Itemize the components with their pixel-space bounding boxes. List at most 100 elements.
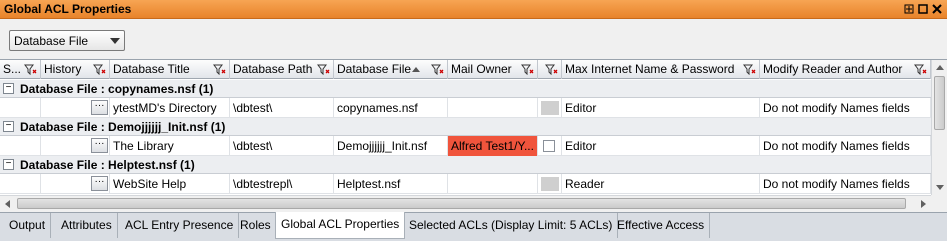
filter-icon[interactable]	[545, 64, 558, 75]
column-header-mail-owner[interactable]: Mail Owner	[448, 60, 538, 79]
table-row[interactable]: ··· The Library \dbtest\ Demojjjjjj_Init…	[0, 136, 931, 156]
filter-icon[interactable]	[431, 64, 444, 75]
group-by-value: Database File	[14, 34, 89, 48]
column-header-status[interactable]: S...	[0, 60, 41, 79]
group-row[interactable]: − Database File : copynames.nsf (1)	[0, 80, 931, 98]
title-cell: ytestMD's Directory	[110, 98, 230, 118]
mail-owner-cell	[448, 174, 538, 194]
max-internet-cell: Editor	[562, 98, 760, 118]
column-label: Mail Owner	[451, 62, 512, 76]
disabled-checkbox	[541, 101, 559, 115]
global-acl-panel: Database File S... History Database Titl…	[0, 19, 947, 212]
tab-output[interactable]: Output	[4, 213, 52, 238]
max-internet-cell: Reader	[562, 174, 760, 194]
maximize-icon[interactable]	[917, 3, 929, 15]
vertical-scrollbar[interactable]	[931, 60, 947, 195]
table-row[interactable]: ··· WebSite Help \dbtestrepl\ Helptest.n…	[0, 174, 931, 194]
status-cell	[0, 174, 41, 194]
path-cell: \dbtestrepl\	[230, 174, 334, 194]
status-cell	[0, 98, 41, 118]
panel-title-bar: Global ACL Properties	[0, 0, 947, 19]
group-row[interactable]: − Database File : Demojjjjjj_Init.nsf (1…	[0, 118, 931, 136]
scroll-up-icon[interactable]	[936, 65, 944, 70]
file-cell: Helptest.nsf	[334, 174, 448, 194]
ellipsis-button[interactable]: ···	[91, 176, 108, 191]
column-header-database-title[interactable]: Database Title	[110, 60, 230, 79]
scroll-right-icon[interactable]	[921, 200, 926, 208]
column-header-database-file[interactable]: Database File	[334, 60, 448, 79]
filter-icon[interactable]	[743, 64, 756, 75]
path-cell: \dbtest\	[230, 136, 334, 156]
title-cell: The Library	[110, 136, 230, 156]
filter-icon[interactable]	[24, 64, 37, 75]
column-label: Database File	[337, 62, 412, 76]
chevron-down-icon	[110, 38, 120, 44]
group-label: Database File : Demojjjjjj_Init.nsf (1)	[20, 120, 226, 134]
disabled-checkbox	[541, 177, 559, 191]
column-label: S...	[3, 62, 22, 76]
column-header-checkbox[interactable]	[538, 60, 562, 79]
filter-icon[interactable]	[521, 64, 534, 75]
checkbox-cell[interactable]	[538, 136, 562, 156]
tab-selected-acls[interactable]: Selected ACLs (Display Limit: 5 ACLs)	[404, 213, 619, 238]
pin-icon[interactable]	[903, 3, 915, 15]
collapse-icon[interactable]: −	[3, 159, 14, 170]
modify-reader-cell: Do not modify Names fields	[760, 136, 931, 156]
tab-roles[interactable]: Roles	[235, 213, 277, 238]
ellipsis-button[interactable]: ···	[91, 100, 108, 115]
close-icon[interactable]	[931, 3, 943, 15]
filter-icon[interactable]	[914, 64, 927, 75]
column-header-history[interactable]: History	[41, 60, 110, 79]
column-label: History	[44, 62, 82, 76]
title-cell: WebSite Help	[110, 174, 230, 194]
mail-owner-cell	[448, 98, 538, 118]
horizontal-scrollbar[interactable]	[0, 195, 931, 211]
scrollbar-corner	[931, 195, 947, 211]
scroll-left-icon[interactable]	[5, 200, 10, 208]
history-cell: ···	[41, 136, 110, 156]
tab-effective-access[interactable]: Effective Access	[612, 213, 711, 238]
file-cell: copynames.nsf	[334, 98, 448, 118]
column-label: Max Internet Name & Password	[565, 62, 735, 76]
checkbox-cell[interactable]	[538, 98, 562, 118]
table-row[interactable]: ··· ytestMD's Directory \dbtest\ copynam…	[0, 98, 931, 118]
sort-ascending-icon	[412, 67, 420, 72]
checkbox-cell[interactable]	[538, 174, 562, 194]
tab-attributes[interactable]: Attributes	[56, 213, 118, 238]
bottom-tab-bar: Output Attributes ACL Entry Presence Rol…	[0, 212, 947, 241]
column-header-modify-reader[interactable]: Modify Reader and Author	[760, 60, 931, 79]
collapse-icon[interactable]: −	[3, 83, 14, 94]
modify-reader-cell: Do not modify Names fields	[760, 174, 931, 194]
scroll-thumb[interactable]	[934, 76, 945, 130]
column-header-max-internet[interactable]: Max Internet Name & Password	[562, 60, 760, 79]
column-label: Database Path	[233, 62, 313, 76]
tab-acl-entry-presence[interactable]: ACL Entry Presence	[120, 213, 240, 238]
mail-owner-cell: Alfred Test1/Y...	[448, 136, 538, 156]
modify-reader-cell: Do not modify Names fields	[760, 98, 931, 118]
tab-global-acl-properties[interactable]: Global ACL Properties	[275, 212, 406, 239]
ellipsis-button[interactable]: ···	[91, 138, 108, 153]
panel-title: Global ACL Properties	[4, 2, 132, 16]
acl-grid: S... History Database Title Database Pat…	[0, 59, 947, 211]
scroll-down-icon[interactable]	[936, 185, 944, 190]
filter-icon[interactable]	[93, 64, 106, 75]
history-cell: ···	[41, 98, 110, 118]
grid-header: S... History Database Title Database Pat…	[0, 60, 931, 79]
group-label: Database File : copynames.nsf (1)	[20, 82, 214, 96]
column-header-database-path[interactable]: Database Path	[230, 60, 334, 79]
max-internet-cell: Editor	[562, 136, 760, 156]
column-label: Database Title	[113, 62, 190, 76]
path-cell: \dbtest\	[230, 98, 334, 118]
file-cell: Demojjjjjj_Init.nsf	[334, 136, 448, 156]
group-row[interactable]: − Database File : Helptest.nsf (1)	[0, 156, 931, 174]
group-by-dropdown[interactable]: Database File	[9, 30, 125, 51]
filter-icon[interactable]	[213, 64, 226, 75]
group-label: Database File : Helptest.nsf (1)	[20, 158, 195, 172]
status-cell	[0, 136, 41, 156]
scroll-thumb[interactable]	[17, 198, 906, 209]
filter-icon[interactable]	[317, 64, 330, 75]
history-cell: ···	[41, 174, 110, 194]
column-label: Modify Reader and Author	[763, 62, 903, 76]
checkbox[interactable]	[543, 140, 555, 152]
collapse-icon[interactable]: −	[3, 121, 14, 132]
